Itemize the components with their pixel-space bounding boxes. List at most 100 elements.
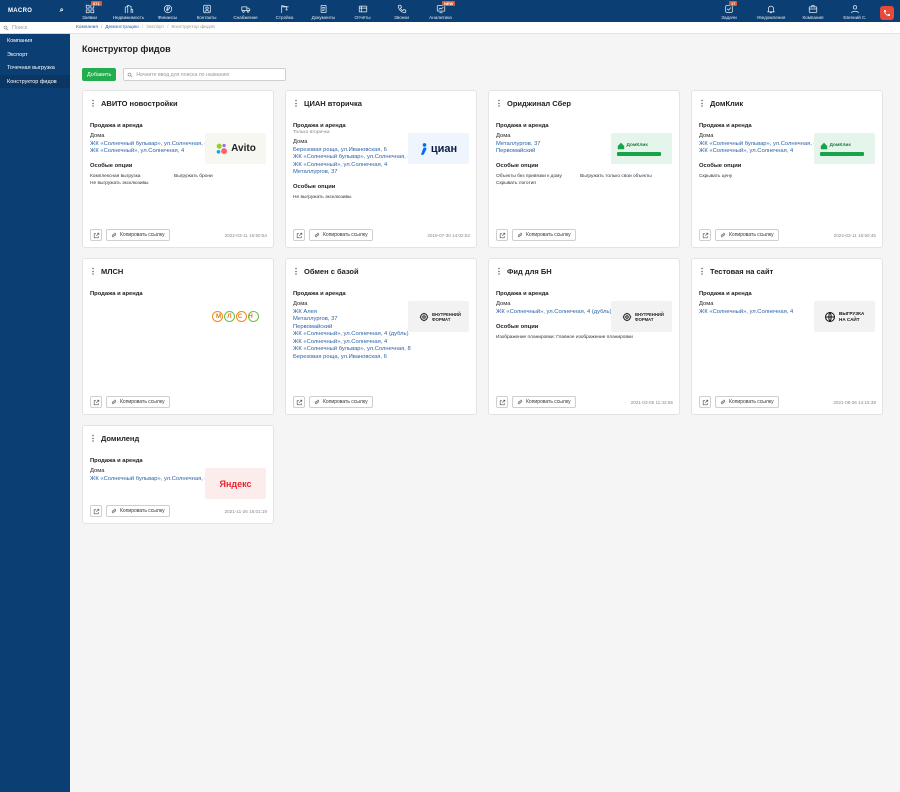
feed-search-input[interactable] xyxy=(136,71,277,78)
card-house-link[interactable]: ЖК «Солнечный», ул.Солнечная, 4 xyxy=(293,162,411,168)
card-menu-icon[interactable]: ⋮ xyxy=(292,267,300,276)
copy-link-button[interactable]: Копировать ссылку xyxy=(309,229,373,241)
link-icon xyxy=(720,232,726,238)
card-house-link[interactable]: Металлургов, 37 xyxy=(496,141,614,147)
card-menu-icon[interactable]: ⋮ xyxy=(292,99,300,108)
card-menu-icon[interactable]: ⋮ xyxy=(89,267,97,276)
card-house-link[interactable]: ЖК «Солнечный бульвар», ул.Солнечная, 8 xyxy=(90,141,208,147)
card-house-link[interactable]: ЖК «Солнечный», ул.Солнечная, 4 xyxy=(90,148,208,154)
nav-truck[interactable]: Снабжение xyxy=(226,0,265,22)
open-feed-button[interactable] xyxy=(699,396,711,408)
open-feed-button[interactable] xyxy=(90,229,102,241)
card-house-link[interactable]: Березовая роща, ул.Ивановская, 6 xyxy=(293,147,411,153)
nav-label: Евгений С. xyxy=(843,15,867,20)
card-house-link[interactable]: ЖК «Солнечный бульвар», ул.Солнечная, 8 xyxy=(293,154,411,160)
card-title: ЦИАН вторичка xyxy=(304,99,362,108)
external-link-icon xyxy=(93,232,99,238)
main-nav: 871 Заявки Недвижимость Финансы Контакты… xyxy=(70,0,460,22)
card-house-link[interactable]: ЖК «Солнечный бульвар», ул.Солнечная, 8 xyxy=(90,476,208,482)
sidebar-item-point-export[interactable]: Точечная выгрузка xyxy=(0,61,70,75)
link-icon xyxy=(314,399,320,405)
breadcrumb-company[interactable]: Компания xyxy=(76,25,98,30)
feed-search[interactable] xyxy=(123,68,287,81)
copy-link-button[interactable]: Копировать ссылку xyxy=(309,396,373,408)
domclick-logo: ДомКлик xyxy=(611,133,672,164)
nav-contacts[interactable]: Контакты xyxy=(187,0,226,22)
card-menu-icon[interactable]: ⋮ xyxy=(698,99,706,108)
copy-link-button[interactable]: Копировать ссылку xyxy=(106,229,170,241)
nav-label: Стройка xyxy=(275,15,294,20)
truck-icon xyxy=(240,6,250,13)
card-house-link[interactable]: ЖК «Солнечный», ул.Солнечная, 4 (дубль) xyxy=(293,331,411,337)
card-house-link[interactable]: ЖК «Солнечный», ул.Солнечная, 4 xyxy=(293,339,411,345)
copy-link-label: Копировать ссылку xyxy=(729,399,774,405)
nav-label: Контакты xyxy=(196,15,217,20)
card-house-link[interactable]: ЖК «Солнечный», ул.Солнечная, 4 (дубль) xyxy=(496,309,614,315)
copy-link-button[interactable]: Копировать ссылку xyxy=(106,505,170,517)
nav-phone[interactable]: Звонки xyxy=(382,0,421,22)
sidebar-item-feed-builder[interactable]: Конструктор фидов xyxy=(0,74,70,88)
external-link-icon xyxy=(499,399,505,405)
card-menu-icon[interactable]: ⋮ xyxy=(698,267,706,276)
breadcrumb-demo[interactable]: Демонстрацию xyxy=(105,25,139,30)
open-feed-button[interactable] xyxy=(293,396,305,408)
nav-briefcase[interactable]: Компания xyxy=(792,0,834,22)
nav-label: Снабжение xyxy=(233,15,258,20)
open-feed-button[interactable] xyxy=(90,396,102,408)
sidebar-search[interactable]: Поиск xyxy=(0,22,70,34)
open-feed-button[interactable] xyxy=(90,505,102,517)
nav-label: Финансы xyxy=(157,15,178,20)
nav-ruble[interactable]: Финансы xyxy=(148,0,187,22)
copy-link-button[interactable]: Копировать ссылку xyxy=(512,396,576,408)
card-option: Объекты без привязки к дому xyxy=(496,174,562,179)
copy-link-button[interactable]: Копировать ссылку xyxy=(715,396,779,408)
nav-tasks[interactable]: 17 Задачи xyxy=(708,0,750,22)
card-menu-icon[interactable]: ⋮ xyxy=(89,99,97,108)
card-menu-icon[interactable]: ⋮ xyxy=(495,99,503,108)
nav-label: Аналитика xyxy=(429,15,452,20)
card-house-link[interactable]: Первомайский xyxy=(496,148,614,154)
copy-link-label: Копировать ссылку xyxy=(729,232,774,238)
open-feed-button[interactable] xyxy=(496,396,508,408)
nav-analytics[interactable]: NEW Аналитика xyxy=(421,0,460,22)
copy-link-button[interactable]: Копировать ссылку xyxy=(715,229,779,241)
card-house-link[interactable]: Металлургов, 37 xyxy=(293,169,411,175)
copy-link-button[interactable]: Копировать ссылку xyxy=(106,396,170,408)
card-house-link[interactable]: ЖК «Солнечный бульвар», ул.Солнечная, 8 xyxy=(293,346,411,352)
card-house-link[interactable]: ЖК «Солнечный», ул.Солнечная, 4 xyxy=(699,148,817,154)
nav-label: Отчёты xyxy=(354,15,371,20)
nav-grid[interactable]: 871 Заявки xyxy=(70,0,109,22)
card-option: Скрывать логотип xyxy=(496,181,536,186)
card-menu-icon[interactable]: ⋮ xyxy=(89,434,97,443)
copy-link-button[interactable]: Копировать ссылку xyxy=(512,229,576,241)
sidebar-item-export[interactable]: Экспорт xyxy=(0,48,70,62)
open-feed-button[interactable] xyxy=(293,229,305,241)
card-house-link[interactable]: ЖК Алея xyxy=(293,309,411,315)
call-button[interactable] xyxy=(880,6,894,20)
card-title: ДомКлик xyxy=(710,99,744,108)
card-house-link[interactable]: Березовая роща, ул.Ивановская, 6 xyxy=(293,354,411,360)
card-title: АВИТО новостройки xyxy=(101,99,178,108)
sidebar-item-company[interactable]: Компания xyxy=(0,34,70,48)
card-menu-icon[interactable]: ⋮ xyxy=(495,267,503,276)
site-export-logo: ВЫГРУЗКА НА САЙТ xyxy=(814,301,875,332)
card-title: Тестовая на сайт xyxy=(710,267,774,276)
card-house-link[interactable]: ЖК «Солнечный», ул.Солнечная, 4 xyxy=(699,309,817,315)
card-date: 2022-03-11 16:50:45 xyxy=(833,232,876,238)
nav-buildings[interactable]: Недвижимость xyxy=(109,0,148,22)
add-button[interactable]: Добавить xyxy=(82,68,117,81)
open-feed-button[interactable] xyxy=(699,229,711,241)
nav-crane[interactable]: Стройка xyxy=(265,0,304,22)
mlsn-logo: МЛСН xyxy=(205,301,266,332)
card-house-link[interactable]: Металлургов, 37 xyxy=(293,316,411,322)
card-house-link[interactable]: ЖК «Солнечный бульвар», ул.Солнечная, 8 xyxy=(699,141,817,147)
app-logo[interactable]: MACRO ⌕ xyxy=(0,0,70,22)
nav-user[interactable]: Евгений С. xyxy=(834,0,876,22)
nav-reports[interactable]: Отчёты xyxy=(343,0,382,22)
open-feed-button[interactable] xyxy=(496,229,508,241)
nav-documents[interactable]: Документы xyxy=(304,0,343,22)
global-search-icon[interactable]: ⌕ xyxy=(60,7,64,15)
nav-bell[interactable]: Уведомления xyxy=(750,0,792,22)
card-house-link[interactable]: Первомайский xyxy=(293,324,411,330)
card-section: Продажа и аренда xyxy=(293,291,346,297)
